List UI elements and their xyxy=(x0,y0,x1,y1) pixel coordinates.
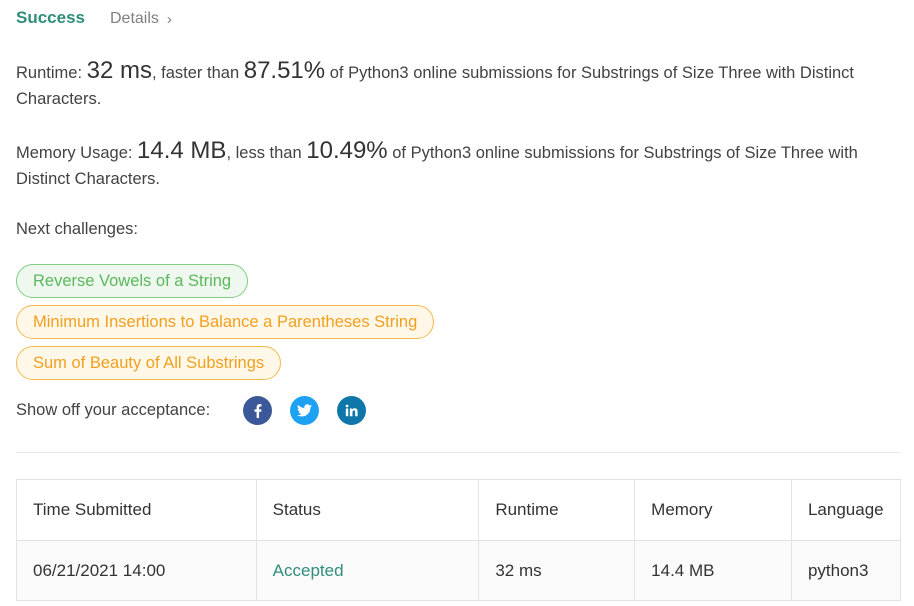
runtime-mid: , faster than xyxy=(151,64,240,82)
next-challenges-label: Next challenges: xyxy=(16,220,138,238)
memory-percent: 10.49% xyxy=(306,137,388,164)
memory-summary: Memory Usage: 14.4 MB, less than 10.49% … xyxy=(16,138,896,192)
facebook-icon[interactable] xyxy=(243,396,273,425)
social-buttons xyxy=(243,396,384,425)
table-row[interactable]: 06/21/2021 14:00 Accepted 32 ms 14.4 MB … xyxy=(16,540,902,601)
runtime-percent: 87.51% xyxy=(243,57,326,84)
linkedin-icon[interactable] xyxy=(337,396,367,425)
column-header-time-submitted: Time Submitted xyxy=(16,479,257,541)
cell-language: python3 xyxy=(790,540,902,601)
next-challenge-chip[interactable]: Minimum Insertions to Balance a Parenthe… xyxy=(16,305,435,339)
tab-details[interactable]: Details › xyxy=(110,10,172,28)
tab-success[interactable]: Success xyxy=(16,8,85,28)
cell-runtime: 32 ms xyxy=(478,540,636,601)
cell-time-submitted: 06/21/2021 14:00 xyxy=(16,540,257,601)
table-header-row: Time Submitted Status Runtime Memory Lan… xyxy=(16,479,902,541)
memory-value: 14.4 MB xyxy=(137,137,227,164)
column-header-language: Language xyxy=(790,479,902,541)
next-challenge-chip[interactable]: Reverse Vowels of a String xyxy=(16,264,249,298)
chevron-right-icon: › xyxy=(166,10,172,28)
runtime-value: 32 ms xyxy=(86,57,152,84)
column-header-memory: Memory xyxy=(634,479,792,541)
share-row: Show off your acceptance: xyxy=(16,396,384,425)
memory-mid: , less than xyxy=(226,144,302,162)
twitter-icon[interactable] xyxy=(290,396,320,425)
runtime-label: Runtime: xyxy=(16,64,83,82)
result-tabs: Success Details › xyxy=(16,8,172,28)
section-divider xyxy=(16,452,901,453)
column-header-runtime: Runtime xyxy=(478,479,636,541)
tab-details-label: Details xyxy=(110,10,159,27)
runtime-summary: Runtime: 32 ms, faster than 87.51% of Py… xyxy=(16,58,896,112)
submissions-table: Time Submitted Status Runtime Memory Lan… xyxy=(16,479,902,601)
cell-status-link[interactable]: Accepted xyxy=(255,540,480,601)
cell-memory: 14.4 MB xyxy=(634,540,792,601)
memory-label: Memory Usage: xyxy=(16,144,133,162)
next-challenge-chip[interactable]: Sum of Beauty of All Substrings xyxy=(16,346,282,380)
column-header-status: Status xyxy=(255,479,480,541)
share-label: Show off your acceptance: xyxy=(16,401,211,419)
submission-result-page: Success Details › Runtime: 32 ms, faster… xyxy=(0,0,914,606)
